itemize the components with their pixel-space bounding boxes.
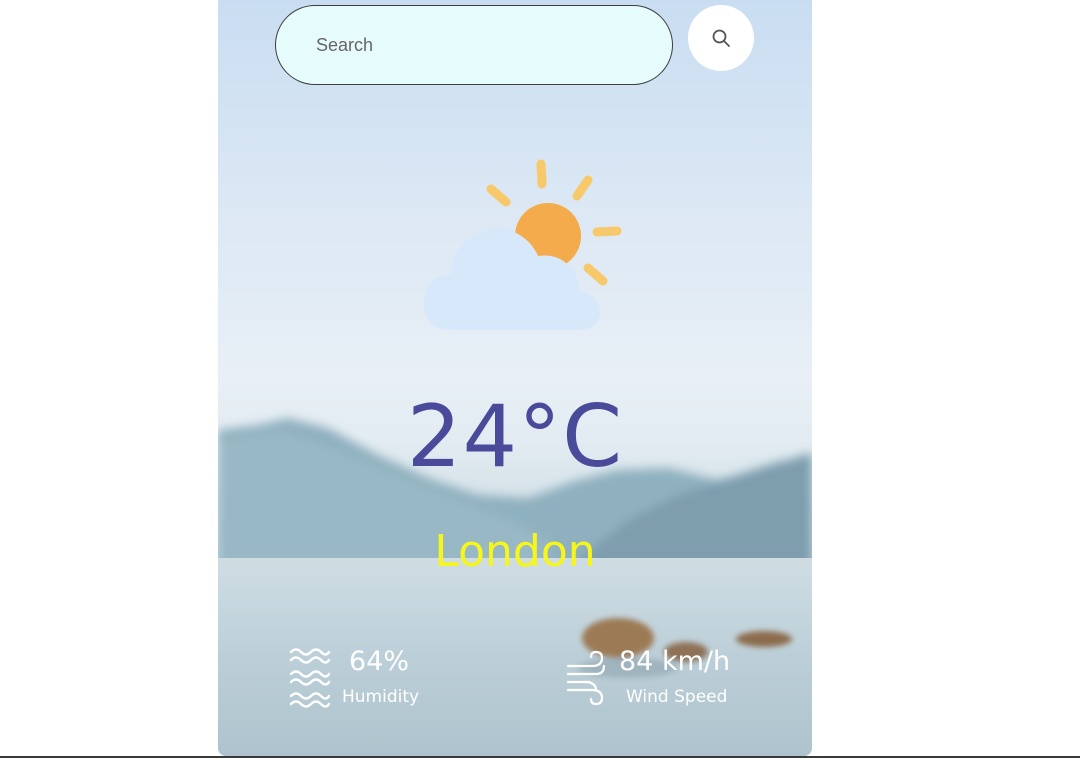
search-button[interactable] (688, 5, 754, 71)
humidity-value: 64% (349, 646, 410, 677)
temperature: 24°C (406, 387, 624, 487)
humidity-icon (289, 648, 331, 708)
city-name: London (434, 526, 596, 577)
partly-cloudy-icon (424, 159, 622, 330)
search-input[interactable] (275, 5, 673, 85)
background-landscape (218, 418, 812, 756)
weather-card: 24°C London 64% Humidity 84 (218, 0, 812, 756)
wind-value: 84 km/h (619, 646, 731, 677)
wind-icon (566, 650, 606, 706)
search-icon (712, 29, 730, 47)
wind-label: Wind Speed (626, 687, 728, 707)
humidity-label: Humidity (342, 687, 420, 707)
